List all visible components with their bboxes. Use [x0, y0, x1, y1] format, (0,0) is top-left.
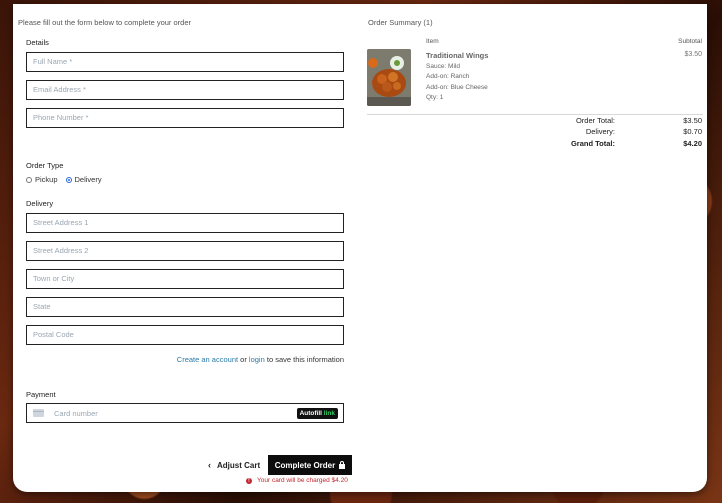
phone-input[interactable]: Phone Number *	[26, 108, 344, 128]
order-summary-title: Order Summary (1)	[368, 18, 433, 27]
alert-icon: !	[246, 477, 252, 484]
item-detail: Add-on: Blue Cheese	[426, 84, 488, 91]
radio-checked-icon	[65, 176, 72, 183]
street-address-1-input[interactable]: Street Address 1	[26, 213, 344, 233]
payment-heading: Payment	[26, 390, 56, 399]
postal-code-input[interactable]: Postal Code	[26, 325, 344, 345]
delivery-fee-value: $0.70	[683, 127, 702, 136]
summary-divider	[367, 114, 703, 115]
radio-pickup-label: Pickup	[35, 175, 58, 184]
grand-total-value: $4.20	[683, 139, 702, 148]
form-intro: Please fill out the form below to comple…	[18, 18, 192, 27]
autofill-link-button[interactable]: Autofill link	[296, 408, 338, 419]
item-name: Traditional Wings	[426, 51, 489, 60]
complete-order-label: Complete Order	[274, 460, 336, 470]
login-link[interactable]: login	[249, 355, 265, 364]
order-type-radio-group: Pickup Delivery	[26, 175, 110, 184]
order-type-heading: Order Type	[26, 161, 64, 170]
chevron-left-icon: ‹	[208, 460, 211, 470]
link-brand-label: link	[323, 410, 335, 417]
card-number-input[interactable]: Card number Autofill link	[26, 403, 344, 423]
street-address-2-input[interactable]: Street Address 2	[26, 241, 344, 261]
item-detail: Add-on: Ranch	[426, 73, 470, 80]
radio-delivery-label: Delivery	[74, 175, 102, 184]
item-detail: Sauce: Mild	[426, 63, 460, 70]
adjust-cart-button[interactable]: ‹ Adjust Cart	[208, 460, 260, 470]
charge-notice: ! Your card will be charged $4.20	[246, 477, 348, 484]
details-heading: Details	[26, 38, 49, 47]
email-input[interactable]: Email Address *	[26, 80, 344, 100]
item-column-header: Item	[426, 38, 439, 45]
complete-order-button[interactable]: Complete Order	[268, 455, 352, 475]
autofill-label: Autofill	[299, 410, 322, 417]
delivery-heading: Delivery	[26, 199, 54, 208]
save-info-or: or	[238, 355, 249, 364]
item-thumbnail-image	[367, 49, 411, 106]
radio-pickup[interactable]: Pickup	[26, 175, 58, 184]
item-subtotal: $3.50	[684, 51, 702, 58]
order-total-value: $3.50	[683, 116, 702, 125]
item-detail: Qty: 1	[426, 94, 444, 101]
town-city-input[interactable]: Town or City	[26, 269, 344, 289]
lock-icon	[339, 460, 346, 469]
card-number-placeholder: Card number	[54, 408, 98, 418]
grand-total-label: Grand Total:	[570, 139, 615, 148]
state-input[interactable]: State	[26, 297, 344, 317]
delivery-fee-label: Delivery:	[585, 127, 615, 136]
adjust-cart-label: Adjust Cart	[217, 460, 261, 470]
save-info-line: Create an account or login to save this …	[26, 355, 344, 364]
order-total-label: Order Total:	[575, 116, 615, 125]
checkout-panel: Please fill out the form below to comple…	[13, 4, 707, 492]
wings-photo-icon	[367, 49, 411, 106]
charge-notice-text: Your card will be charged $4.20	[257, 477, 348, 484]
subtotal-column-header: Subtotal	[678, 38, 702, 45]
radio-delivery[interactable]: Delivery	[65, 175, 102, 184]
create-account-link[interactable]: Create an account	[177, 355, 238, 364]
full-name-input[interactable]: Full Name *	[26, 52, 344, 72]
credit-card-icon	[33, 409, 44, 417]
save-info-suffix: to save this information	[264, 355, 344, 364]
radio-unchecked-icon	[26, 176, 32, 183]
